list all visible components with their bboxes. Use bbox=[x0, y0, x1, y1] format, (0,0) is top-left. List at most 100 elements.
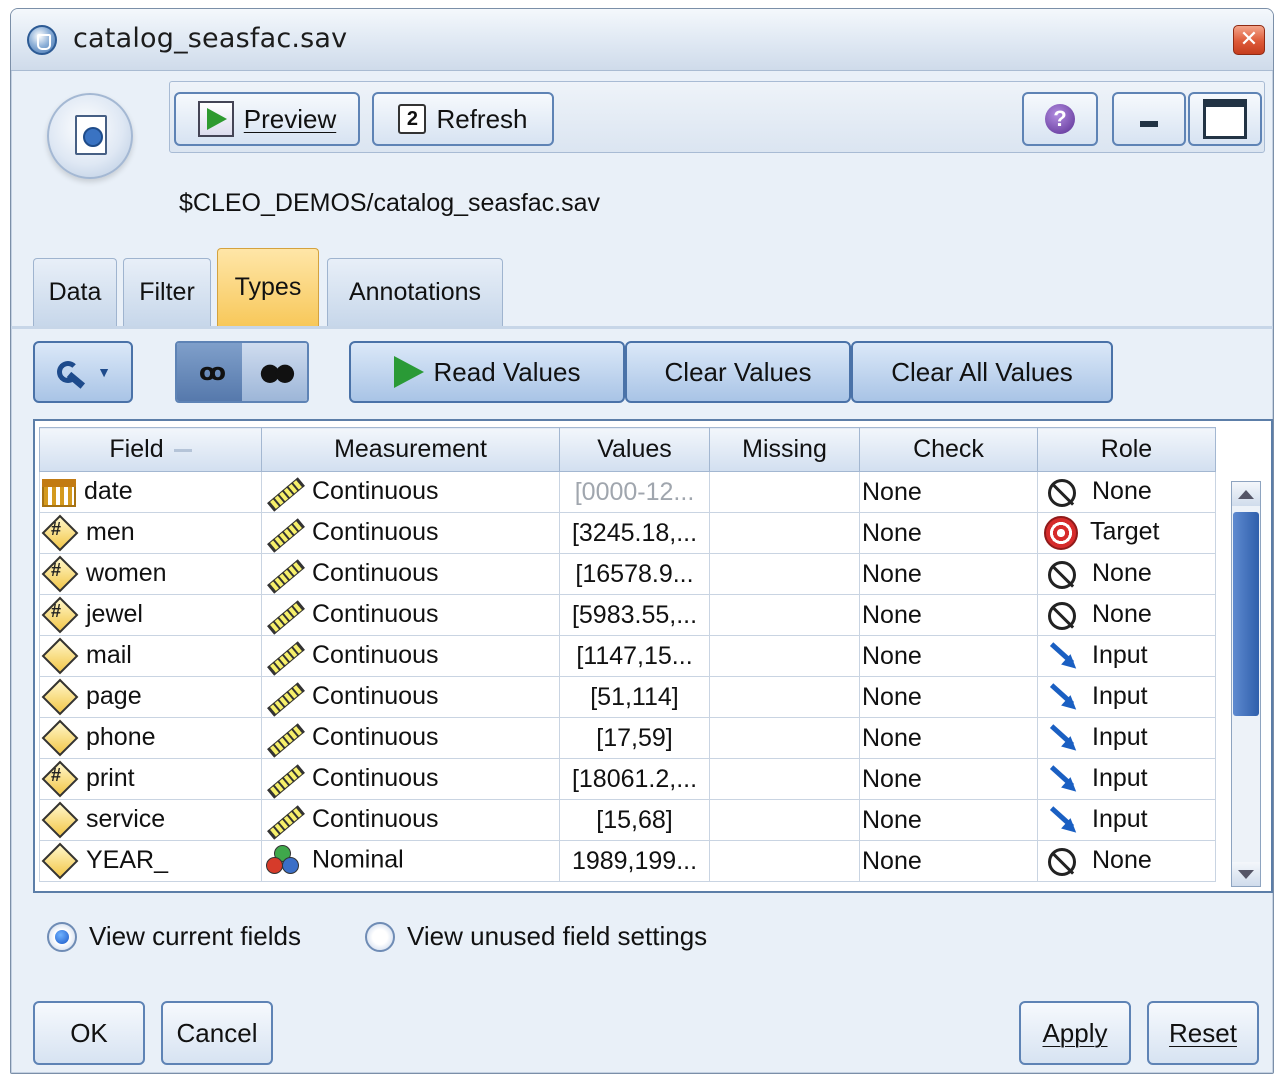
missing-cell[interactable] bbox=[709, 594, 860, 636]
values-cell[interactable]: [3245.18,... bbox=[559, 512, 710, 554]
scroll-up-button[interactable] bbox=[1232, 482, 1260, 506]
measurement-cell[interactable]: Continuous bbox=[261, 799, 560, 841]
view-current-fields-radio[interactable]: View current fields bbox=[47, 921, 301, 952]
tab-data[interactable]: Data bbox=[33, 258, 117, 326]
check-cell[interactable]: None bbox=[859, 799, 1038, 841]
role-cell[interactable]: Input bbox=[1037, 799, 1216, 841]
table-row[interactable]: men Continuous [3245.18,... None Target bbox=[39, 512, 1216, 554]
reset-button[interactable]: Reset bbox=[1147, 1001, 1259, 1065]
scroll-down-button[interactable] bbox=[1232, 862, 1260, 886]
check-cell[interactable]: None bbox=[859, 635, 1038, 677]
role-cell[interactable]: None bbox=[1037, 840, 1216, 882]
table-row[interactable]: page Continuous [51,114] None Input bbox=[39, 676, 1216, 718]
column-header-role[interactable]: Role bbox=[1037, 427, 1216, 472]
field-cell[interactable]: men bbox=[39, 512, 262, 554]
preview-button[interactable]: Preview bbox=[174, 92, 360, 146]
values-cell[interactable]: [5983.55,... bbox=[559, 594, 710, 636]
check-cell[interactable]: None bbox=[859, 717, 1038, 759]
measurement-cell[interactable]: Continuous bbox=[261, 758, 560, 800]
role-cell[interactable]: Input bbox=[1037, 758, 1216, 800]
missing-cell[interactable] bbox=[709, 840, 860, 882]
missing-cell[interactable] bbox=[709, 471, 860, 513]
measurement-cell[interactable]: Continuous bbox=[261, 676, 560, 718]
check-cell[interactable]: None bbox=[859, 758, 1038, 800]
field-cell[interactable]: print bbox=[39, 758, 262, 800]
field-cell[interactable]: phone bbox=[39, 717, 262, 759]
missing-cell[interactable] bbox=[709, 512, 860, 554]
field-cell[interactable]: mail bbox=[39, 635, 262, 677]
values-cell[interactable]: [16578.9... bbox=[559, 553, 710, 595]
field-cell[interactable]: jewel bbox=[39, 594, 262, 636]
role-cell[interactable]: None bbox=[1037, 471, 1216, 513]
read-values-button[interactable]: Read Values bbox=[349, 341, 625, 403]
values-cell[interactable]: [0000-12... bbox=[559, 471, 710, 513]
check-cell[interactable]: None bbox=[859, 471, 1038, 513]
column-header-measurement[interactable]: Measurement bbox=[261, 427, 560, 472]
table-row[interactable]: date Continuous [0000-12... None None bbox=[39, 471, 1216, 513]
view-mode-button-2[interactable]: ●● bbox=[242, 343, 307, 401]
column-header-check[interactable]: Check bbox=[859, 427, 1038, 472]
role-cell[interactable]: None bbox=[1037, 594, 1216, 636]
title-bar[interactable]: catalog_seasfac.sav ✕ bbox=[11, 9, 1273, 71]
measurement-cell[interactable]: Continuous bbox=[261, 553, 560, 595]
check-cell[interactable]: None bbox=[859, 594, 1038, 636]
table-row[interactable]: jewel Continuous [5983.55,... None None bbox=[39, 594, 1216, 636]
tab-types[interactable]: Types bbox=[217, 248, 319, 326]
close-button[interactable]: ✕ bbox=[1233, 25, 1265, 55]
role-cell[interactable]: Input bbox=[1037, 676, 1216, 718]
missing-cell[interactable] bbox=[709, 676, 860, 718]
apply-button[interactable]: Apply bbox=[1019, 1001, 1131, 1065]
view-unused-settings-radio[interactable]: View unused field settings bbox=[365, 921, 707, 952]
maximize-button[interactable] bbox=[1188, 92, 1262, 146]
cancel-button[interactable]: Cancel bbox=[161, 1001, 273, 1065]
column-header-values[interactable]: Values bbox=[559, 427, 710, 472]
measurement-cell[interactable]: Continuous bbox=[261, 635, 560, 677]
clear-all-values-button[interactable]: Clear All Values bbox=[851, 341, 1113, 403]
table-row[interactable]: mail Continuous [1147,15... None Input bbox=[39, 635, 1216, 677]
missing-cell[interactable] bbox=[709, 635, 860, 677]
role-cell[interactable]: Input bbox=[1037, 635, 1216, 677]
missing-cell[interactable] bbox=[709, 799, 860, 841]
missing-cell[interactable] bbox=[709, 758, 860, 800]
measurement-cell[interactable]: Continuous bbox=[261, 717, 560, 759]
measurement-cell[interactable]: Continuous bbox=[261, 471, 560, 513]
measurement-cell[interactable]: Nominal bbox=[261, 840, 560, 882]
values-cell[interactable]: [18061.2,... bbox=[559, 758, 710, 800]
field-cell[interactable]: page bbox=[39, 676, 262, 718]
view-mode-button-1[interactable]: oo bbox=[177, 343, 242, 401]
role-cell[interactable]: Input bbox=[1037, 717, 1216, 759]
check-cell[interactable]: None bbox=[859, 553, 1038, 595]
tab-annotations[interactable]: Annotations bbox=[327, 258, 503, 326]
scroll-thumb[interactable] bbox=[1233, 512, 1259, 716]
values-cell[interactable]: [15,68] bbox=[559, 799, 710, 841]
values-cell[interactable]: [17,59] bbox=[559, 717, 710, 759]
table-row[interactable]: service Continuous [15,68] None Input bbox=[39, 799, 1216, 841]
values-cell[interactable]: [51,114] bbox=[559, 676, 710, 718]
column-header-field[interactable]: Field bbox=[39, 427, 262, 472]
values-cell[interactable]: [1147,15... bbox=[559, 635, 710, 677]
field-cell[interactable]: date bbox=[39, 471, 262, 513]
vertical-scrollbar[interactable] bbox=[1231, 481, 1261, 887]
values-cell[interactable]: 1989,199... bbox=[559, 840, 710, 882]
ok-button[interactable]: OK bbox=[33, 1001, 145, 1065]
table-row[interactable]: women Continuous [16578.9... None None bbox=[39, 553, 1216, 595]
column-header-missing[interactable]: Missing bbox=[709, 427, 860, 472]
field-cell[interactable]: YEAR_ bbox=[39, 840, 262, 882]
help-button[interactable]: ? bbox=[1022, 92, 1098, 146]
check-cell[interactable]: None bbox=[859, 676, 1038, 718]
refresh-button[interactable]: 2 Refresh bbox=[372, 92, 554, 146]
tab-filter[interactable]: Filter bbox=[123, 258, 211, 326]
table-row[interactable]: print Continuous [18061.2,... None Input bbox=[39, 758, 1216, 800]
check-cell[interactable]: None bbox=[859, 512, 1038, 554]
role-cell[interactable]: Target bbox=[1037, 512, 1216, 554]
field-cell[interactable]: service bbox=[39, 799, 262, 841]
missing-cell[interactable] bbox=[709, 717, 860, 759]
table-row[interactable]: YEAR_ Nominal 1989,199... None None bbox=[39, 840, 1216, 882]
role-cell[interactable]: None bbox=[1037, 553, 1216, 595]
table-row[interactable]: phone Continuous [17,59] None Input bbox=[39, 717, 1216, 759]
minimize-button[interactable] bbox=[1112, 92, 1186, 146]
clear-values-button[interactable]: Clear Values bbox=[625, 341, 851, 403]
field-cell[interactable]: women bbox=[39, 553, 262, 595]
measurement-cell[interactable]: Continuous bbox=[261, 594, 560, 636]
check-cell[interactable]: None bbox=[859, 840, 1038, 882]
